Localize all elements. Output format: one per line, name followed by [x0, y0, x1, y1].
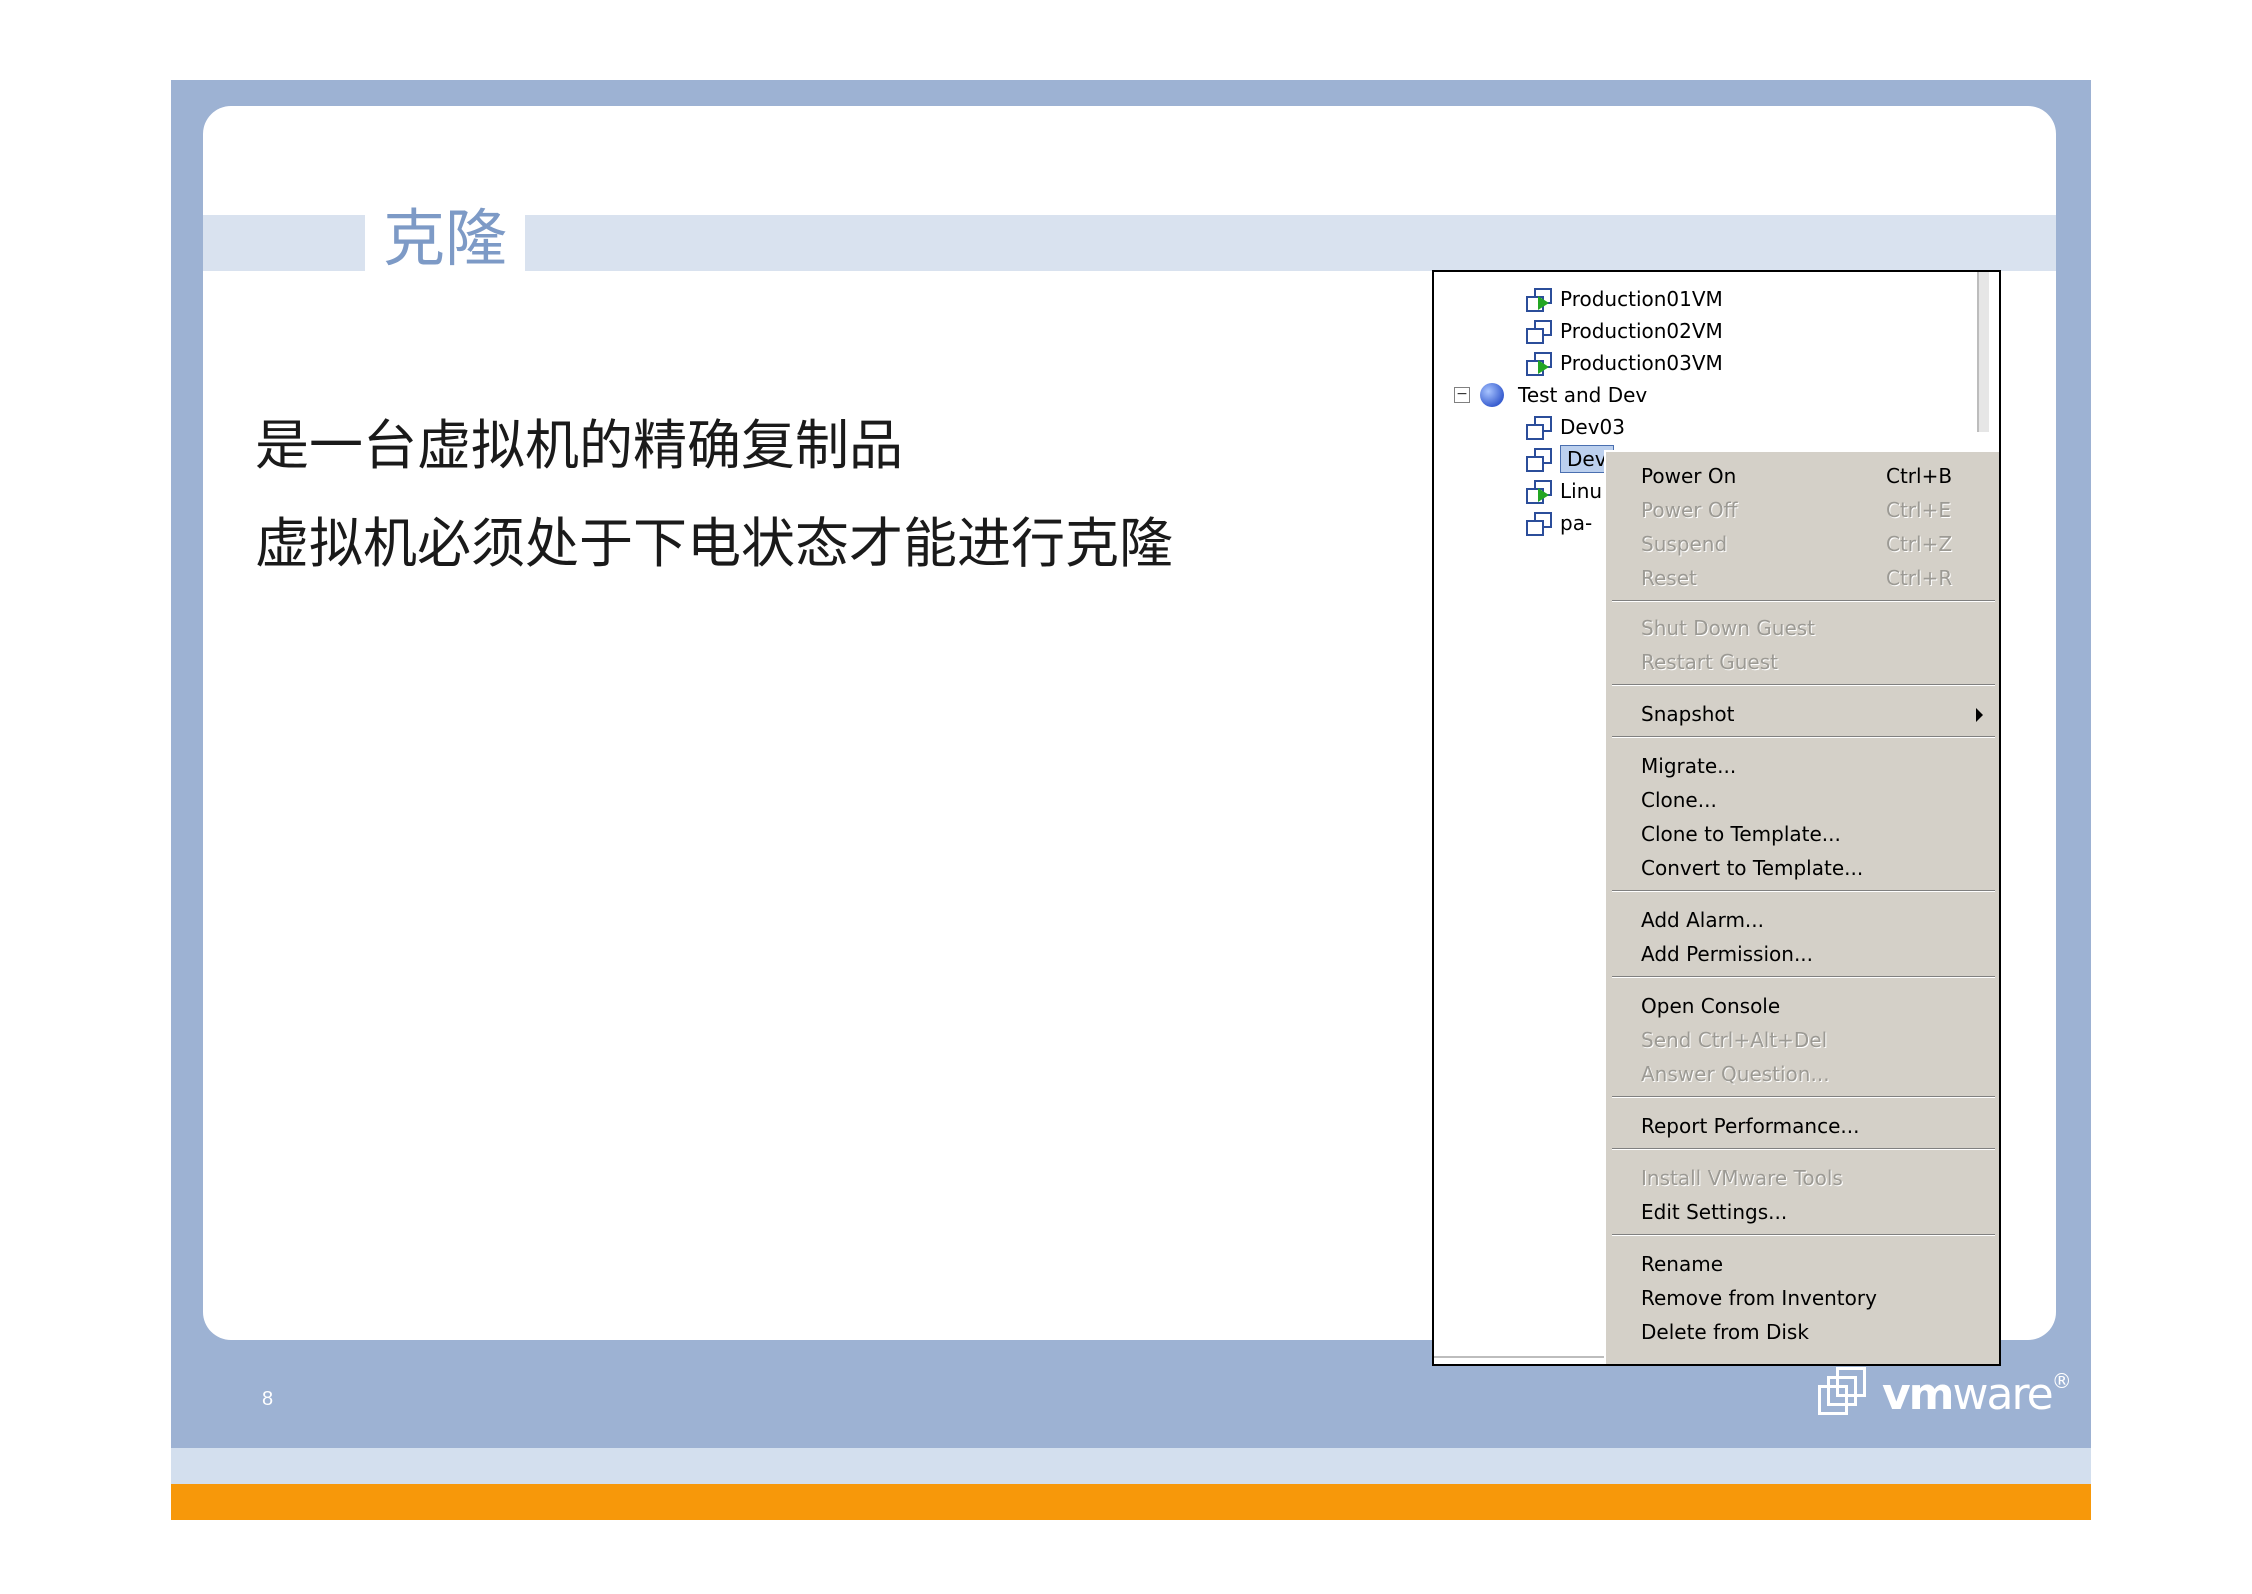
menu-item-add-permission[interactable]: Add Permission... — [1606, 938, 1999, 970]
menu-separator — [1612, 600, 1995, 602]
submenu-arrow-icon — [1976, 708, 1983, 722]
menu-separator — [1612, 736, 1995, 738]
vmware-logo: vmware® — [1818, 1366, 2072, 1422]
tree-item-linux[interactable]: Linu — [1526, 476, 1602, 506]
menu-item-power-on[interactable]: Power On Ctrl+B — [1606, 460, 1999, 492]
tree-item-dev03[interactable]: Dev03 — [1526, 412, 1625, 442]
body-line-2: 虚拟机必须处于下电状态才能进行克隆 — [255, 512, 1173, 575]
menu-item-snapshot[interactable]: Snapshot — [1606, 698, 1999, 730]
menu-separator — [1612, 1096, 1995, 1098]
tree-item-label: Test and Dev — [1518, 383, 1648, 407]
menu-item-remove-from-inventory[interactable]: Remove from Inventory — [1606, 1282, 1999, 1314]
vm-powered-on-icon — [1526, 352, 1552, 376]
menu-separator — [1612, 890, 1995, 892]
menu-item-restart-guest[interactable]: Restart Guest — [1606, 646, 1999, 678]
vm-icon — [1526, 448, 1552, 472]
vmware-logo-text: vmware® — [1882, 1368, 2072, 1420]
resource-pool-icon — [1480, 383, 1504, 407]
vmware-logo-icon — [1818, 1367, 1872, 1421]
menu-item-rename[interactable]: Rename — [1606, 1248, 1999, 1280]
menu-item-suspend[interactable]: Suspend Ctrl+Z — [1606, 528, 1999, 560]
menu-item-clone[interactable]: Clone... — [1606, 784, 1999, 816]
vm-powered-on-icon — [1526, 288, 1552, 312]
menu-item-report-performance[interactable]: Report Performance... — [1606, 1110, 1999, 1142]
vm-icon — [1526, 512, 1552, 536]
menu-item-delete-from-disk[interactable]: Delete from Disk — [1606, 1316, 1999, 1348]
vm-icon — [1526, 416, 1552, 440]
menu-separator — [1612, 1234, 1995, 1236]
vm-context-menu: Power On Ctrl+B Power Off Ctrl+E Suspend Ct… — [1604, 450, 1999, 1364]
tree-item-dev-selected[interactable]: Dev — [1526, 444, 1614, 474]
vm-powered-on-icon — [1526, 480, 1552, 504]
tree-item-production03vm[interactable]: Production03VM — [1526, 348, 1723, 378]
menu-separator — [1612, 1148, 1995, 1150]
menu-item-answer-question[interactable]: Answer Question... — [1606, 1058, 1999, 1090]
footer-orange-band — [171, 1484, 2091, 1520]
menu-item-power-off[interactable]: Power Off Ctrl+E — [1606, 494, 1999, 526]
menu-item-install-vmware-tools[interactable]: Install VMware Tools — [1606, 1162, 1999, 1194]
tree-item-production02vm[interactable]: Production02VM — [1526, 316, 1723, 346]
menu-separator — [1612, 684, 1995, 686]
footer-light-band — [171, 1448, 2091, 1484]
menu-item-shut-down-guest[interactable]: Shut Down Guest — [1606, 612, 1999, 644]
tree-item-label: Linu — [1560, 479, 1603, 503]
slide-title: 克隆 — [383, 202, 508, 275]
body-line-1: 是一台虚拟机的精确复制品 — [255, 414, 903, 477]
tree-item-label: Production01VM — [1560, 287, 1723, 311]
tree-item-production01vm[interactable]: Production01VM — [1526, 284, 1723, 314]
menu-item-convert-to-template[interactable]: Convert to Template... — [1606, 852, 1999, 884]
collapse-icon[interactable]: − — [1454, 387, 1470, 403]
vi-client-screenshot: Production01VM Production02VM Production… — [1432, 270, 2001, 1366]
menu-item-open-console[interactable]: Open Console — [1606, 990, 1999, 1022]
menu-item-edit-settings[interactable]: Edit Settings... — [1606, 1196, 1999, 1228]
menu-separator — [1612, 976, 1995, 978]
tree-item-label: pa- — [1560, 511, 1593, 535]
tree-item-test-and-dev[interactable]: − Test and Dev — [1454, 380, 1647, 410]
menu-item-add-alarm[interactable]: Add Alarm... — [1606, 904, 1999, 936]
menu-item-migrate[interactable]: Migrate... — [1606, 750, 1999, 782]
tree-item-label: Production02VM — [1560, 319, 1723, 343]
tree-item-label: Production03VM — [1560, 351, 1723, 375]
tree-item-pa[interactable]: pa- — [1526, 508, 1592, 538]
vm-icon — [1526, 320, 1552, 344]
tree-item-label: Dev03 — [1560, 415, 1625, 439]
menu-item-clone-to-template[interactable]: Clone to Template... — [1606, 818, 1999, 850]
menu-item-send-ctrl-alt-del[interactable]: Send Ctrl+Alt+Del — [1606, 1024, 1999, 1056]
menu-item-reset[interactable]: Reset Ctrl+R — [1606, 562, 1999, 594]
page-number: 8 — [262, 1388, 274, 1410]
tree-scrollbar[interactable] — [1977, 272, 1989, 432]
